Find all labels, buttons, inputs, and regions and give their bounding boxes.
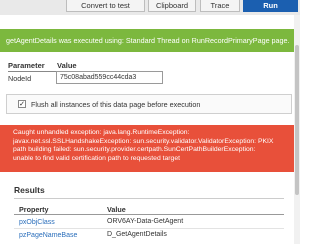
value-column-header: Value <box>57 61 77 70</box>
clipboard-button[interactable]: Clipboard <box>148 0 196 12</box>
success-banner: getAgentDetails was executed using: Stan… <box>0 29 300 52</box>
result-value-column-header: Value <box>107 205 126 214</box>
error-line: path building failed: sun.security.provi… <box>13 146 256 154</box>
property-column-header: Property <box>19 205 49 214</box>
property-value: ORV6AY-Data-GetAgent <box>107 218 184 225</box>
flush-checkbox[interactable]: ✓ <box>18 100 26 108</box>
options-panel: ✓ Flush all instances of this data page … <box>6 94 292 114</box>
vertical-scrollbar[interactable] <box>294 15 300 244</box>
toolbar: Convert to test Clipboard Trace Run <box>0 0 300 15</box>
run-data-page-dialog: Convert to test Clipboard Trace Run getA… <box>0 0 300 244</box>
parameter-column-header: Parameter <box>8 61 45 70</box>
property-link[interactable]: pzPageNameBase <box>19 232 77 239</box>
error-line: unable to find valid certification path … <box>13 154 181 162</box>
nodeid-input[interactable]: 75c08abad559cc44cda3 <box>56 71 163 84</box>
property-link[interactable]: pxObjClass <box>19 219 55 226</box>
trace-button[interactable]: Trace <box>200 0 240 12</box>
flush-label: Flush all instances of this data page be… <box>31 100 201 109</box>
table-row: pzPageNameBase D_GetAgentDetails <box>14 230 284 242</box>
error-line: javax.net.ssl.SSLHandshakeException: sun… <box>13 137 274 145</box>
table-row: pxObjClass ORV6AY-Data-GetAgent <box>14 217 284 229</box>
nodeid-label: NodeId <box>8 74 32 83</box>
property-value: D_GetAgentDetails <box>107 231 167 238</box>
run-button[interactable]: Run <box>243 0 298 12</box>
scrollbar-thumb[interactable] <box>295 45 299 195</box>
results-header-divider <box>14 214 284 215</box>
convert-to-test-button[interactable]: Convert to test <box>66 0 145 12</box>
error-banner: Caught unhandled exception: java.lang.Ru… <box>0 125 300 172</box>
error-line: Caught unhandled exception: java.lang.Ru… <box>13 129 190 136</box>
results-title: Results <box>14 185 45 195</box>
results-divider <box>14 198 284 199</box>
